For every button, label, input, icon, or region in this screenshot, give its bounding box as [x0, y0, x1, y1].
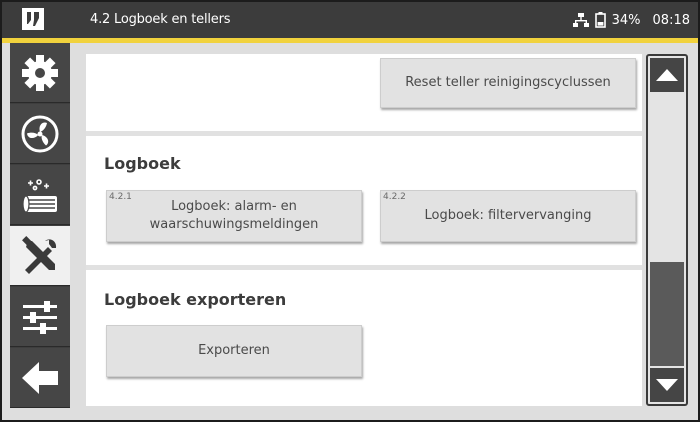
sidebar — [10, 43, 70, 408]
gear-icon — [22, 54, 58, 91]
triangle-down-icon — [656, 379, 678, 391]
button-label: Logboek: filtervervanging — [424, 208, 592, 223]
export-button-label: Exporteren — [198, 343, 270, 358]
tools-icon — [22, 235, 57, 274]
logbook-section-title: Logboek — [104, 154, 181, 173]
button-number: 4.2.1 — [109, 192, 132, 202]
scroll-up-button[interactable] — [650, 58, 684, 92]
section-divider — [86, 131, 642, 136]
battery-percentage: 34% — [611, 12, 641, 28]
scrollbar[interactable] — [646, 54, 688, 406]
back-button[interactable] — [10, 348, 70, 408]
logo-icon — [22, 8, 44, 30]
sidebar-item-maintenance[interactable] — [10, 226, 70, 286]
sliders-icon — [23, 300, 57, 334]
filter-cleaning-icon — [22, 178, 57, 213]
status-area: 34% 08:18 — [572, 11, 690, 29]
top-bar: 4.2 Logboek en tellers 34% 08:18 — [2, 2, 698, 38]
accent-bar — [2, 38, 698, 43]
sidebar-item-settings-sliders[interactable] — [10, 287, 70, 347]
network-icon — [572, 13, 589, 27]
export-button[interactable]: Exporteren — [106, 325, 362, 377]
export-section-title: Logboek exporteren — [104, 290, 287, 309]
reset-button-label: Reset teller reinigingscyclussen — [405, 75, 611, 90]
button-number: 4.2.2 — [383, 192, 406, 202]
reset-cleaning-counter-button[interactable]: Reset teller reinigingscyclussen — [380, 58, 636, 108]
logbook-alarm-button[interactable]: 4.2.1 Logboek: alarm- en waarschuwingsme… — [106, 190, 362, 242]
scroll-down-button[interactable] — [650, 368, 684, 402]
page-title: 4.2 Logboek en tellers — [90, 12, 231, 27]
fan-icon — [21, 115, 59, 152]
logbook-filter-button[interactable]: 4.2.2 Logboek: filtervervanging — [380, 190, 636, 242]
clock: 08:18 — [652, 12, 690, 28]
sidebar-item-ventilation[interactable] — [10, 104, 70, 164]
back-arrow-icon — [22, 361, 58, 394]
sidebar-item-settings[interactable] — [10, 43, 70, 103]
app-window: 4.2 Logboek en tellers 34% 08:18 Reset t… — [0, 0, 700, 422]
triangle-up-icon — [656, 69, 678, 81]
content-panel: Reset teller reinigingscyclussen Logboek… — [86, 54, 642, 406]
scroll-thumb[interactable] — [650, 262, 684, 366]
battery-icon — [594, 12, 606, 28]
section-divider — [86, 265, 642, 270]
button-label: Logboek: alarm- en waarschuwingsmeldinge… — [149, 199, 319, 232]
sidebar-item-filter[interactable] — [10, 165, 70, 225]
